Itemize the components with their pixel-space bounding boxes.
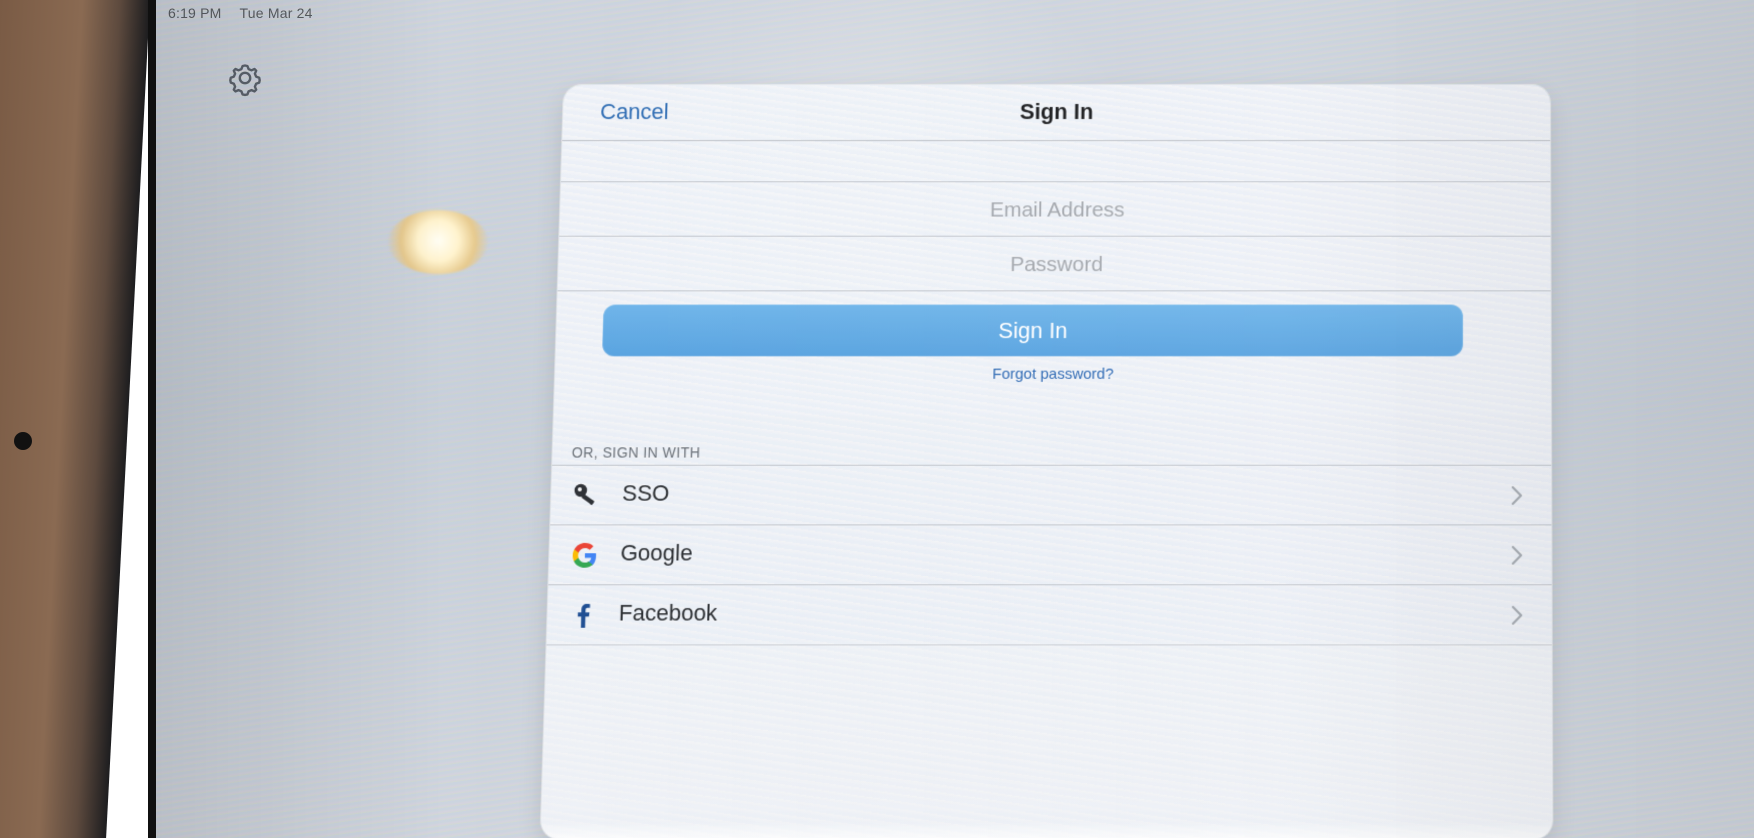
- fields-top-divider: [560, 181, 1551, 183]
- chevron-right-icon: [1509, 483, 1525, 508]
- device-edge: [0, 0, 151, 838]
- chevron-right-icon-svg: [1509, 603, 1525, 628]
- provider-label-facebook: Facebook: [618, 599, 718, 626]
- provider-list: SSO Google Facebook: [546, 464, 1552, 646]
- chevron-right-icon: [1509, 543, 1525, 568]
- google-icon-svg: [572, 542, 597, 568]
- provider-row-facebook[interactable]: Facebook: [546, 584, 1552, 646]
- camera-glare: [388, 210, 488, 274]
- facebook-icon-svg: [577, 603, 591, 628]
- provider-row-google[interactable]: Google: [548, 524, 1552, 585]
- email-field[interactable]: [559, 183, 1553, 238]
- forgot-password-link[interactable]: Forgot password?: [992, 366, 1114, 383]
- google-icon: [569, 540, 600, 571]
- status-bar: 6:19 PM Tue Mar 24: [168, 5, 313, 21]
- facebook-icon: [567, 600, 598, 631]
- sign-in-sheet: Cancel Sign In Sign In Forgot password? …: [540, 85, 1553, 838]
- chevron-right-icon-svg: [1509, 543, 1525, 568]
- fields-bottom-divider: [557, 290, 1551, 292]
- sheet-empty-area: [540, 641, 1553, 838]
- sign-in-button[interactable]: Sign In: [601, 304, 1464, 357]
- ipad-screen: 6:19 PM Tue Mar 24 Cancel Sign In Email …: [148, 0, 1754, 838]
- chevron-right-icon-svg: [1509, 483, 1525, 508]
- gear-icon[interactable]: [225, 58, 265, 98]
- sheet-header: Cancel Sign In: [562, 85, 1551, 142]
- key-icon: [571, 480, 602, 511]
- email-password-divider: [559, 235, 1551, 237]
- password-row: [557, 237, 1553, 293]
- chevron-right-icon: [1509, 603, 1525, 628]
- sheet-bottom-rim: [540, 822, 1553, 838]
- status-date: Tue Mar 24: [239, 5, 313, 21]
- cancel-button[interactable]: Cancel: [600, 99, 669, 125]
- key-icon-svg: [574, 484, 595, 506]
- provider-row-sso[interactable]: SSO: [550, 464, 1552, 525]
- status-time: 6:19 PM: [168, 5, 222, 21]
- photo-frame: 6:19 PM Tue Mar 24 Cancel Sign In Email …: [0, 0, 1754, 838]
- sheet-title: Sign In: [1019, 98, 1094, 125]
- gear-icon-svg: [229, 64, 261, 97]
- device-edge-dot: [14, 432, 32, 450]
- provider-label-sso: SSO: [621, 480, 670, 506]
- provider-label-google: Google: [620, 539, 694, 566]
- email-row: [559, 183, 1553, 238]
- password-field[interactable]: [557, 237, 1553, 293]
- sign-in-with-heading: OR, SIGN IN WITH: [571, 444, 701, 461]
